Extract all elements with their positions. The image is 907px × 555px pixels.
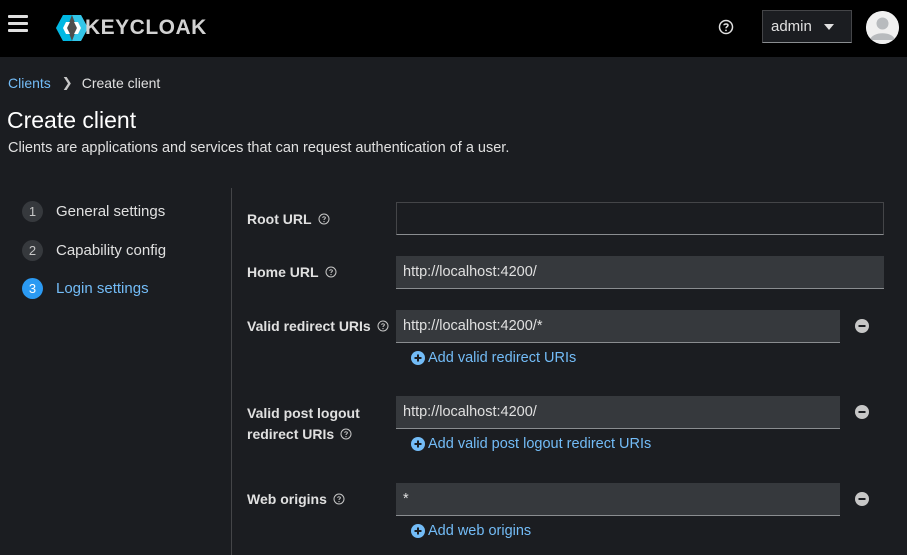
help-icon[interactable] xyxy=(718,19,734,35)
page-description: Clients are applications and services th… xyxy=(8,140,510,156)
breadcrumb-current: Create client xyxy=(81,75,161,91)
breadcrumb-clients-link[interactable]: Clients xyxy=(8,75,51,91)
post-logout-uri-value: http://localhost:4200/ xyxy=(403,404,537,420)
help-icon[interactable] xyxy=(377,320,389,332)
web-origins-label: Web origins xyxy=(247,489,345,510)
remove-redirect-uri-icon[interactable] xyxy=(855,319,869,333)
keycloak-logo-icon xyxy=(56,15,88,41)
step-login-settings[interactable]: 3 Login settings xyxy=(22,278,149,299)
root-url-label-text: Root URL xyxy=(247,211,312,227)
brand-name: KEYCLOAK xyxy=(85,16,207,39)
step-number: 2 xyxy=(22,240,43,261)
chevron-right-icon: ❯ xyxy=(61,75,73,90)
redirect-uris-label: Valid redirect URIs xyxy=(247,316,389,337)
post-logout-uri-input[interactable]: http://localhost:4200/ xyxy=(396,396,840,429)
step-general-settings[interactable]: 1 General settings xyxy=(22,201,165,222)
add-post-logout-uri-button[interactable]: Add valid post logout redirect URIs xyxy=(411,436,651,452)
menu-toggle-icon[interactable] xyxy=(8,15,28,33)
home-url-label: Home URL xyxy=(247,262,337,283)
add-redirect-uri-label: Add valid redirect URIs xyxy=(428,350,577,366)
breadcrumb: Clients ❯ Create client xyxy=(8,75,160,91)
web-origin-value: * xyxy=(403,491,409,507)
post-logout-label-line2: redirect URIs xyxy=(247,426,335,442)
root-url-input[interactable] xyxy=(396,202,884,235)
keycloak-logo[interactable]: KEYCLOAK xyxy=(55,13,207,43)
wizard-divider xyxy=(231,188,232,555)
step-label: General settings xyxy=(56,203,166,220)
avatar[interactable] xyxy=(866,11,899,44)
add-web-origin-label: Add web origins xyxy=(428,523,532,539)
user-name: admin xyxy=(771,18,812,35)
step-capability-config[interactable]: 2 Capability config xyxy=(22,240,166,261)
redirect-uri-value: http://localhost:4200/* xyxy=(403,318,543,334)
remove-post-logout-uri-icon[interactable] xyxy=(855,405,869,419)
post-logout-label-line1: Valid post logout xyxy=(247,405,360,421)
plus-circle-icon xyxy=(411,351,425,365)
user-dropdown[interactable]: admin xyxy=(762,10,852,43)
remove-web-origin-icon[interactable] xyxy=(855,492,869,506)
help-icon[interactable] xyxy=(318,213,330,225)
masthead: KEYCLOAK admin xyxy=(0,0,907,57)
plus-circle-icon xyxy=(411,437,425,451)
home-url-input[interactable]: http://localhost:4200/ xyxy=(396,256,884,289)
step-label: Login settings xyxy=(56,280,149,297)
plus-circle-icon xyxy=(411,524,425,538)
add-redirect-uri-button[interactable]: Add valid redirect URIs xyxy=(411,350,576,366)
help-icon[interactable] xyxy=(340,428,352,440)
help-icon[interactable] xyxy=(325,266,337,278)
post-logout-label: Valid post logout redirect URIs xyxy=(247,403,360,445)
add-post-logout-uri-label: Add valid post logout redirect URIs xyxy=(428,436,652,452)
web-origins-label-text: Web origins xyxy=(247,491,327,507)
step-number: 1 xyxy=(22,201,43,222)
redirect-uri-input[interactable]: http://localhost:4200/* xyxy=(396,310,840,343)
redirect-uris-label-text: Valid redirect URIs xyxy=(247,318,371,334)
home-url-value: http://localhost:4200/ xyxy=(403,264,537,280)
step-number: 3 xyxy=(22,278,43,299)
help-icon[interactable] xyxy=(333,493,345,505)
step-label: Capability config xyxy=(56,242,167,259)
caret-down-icon xyxy=(824,24,834,30)
home-url-label-text: Home URL xyxy=(247,264,319,280)
web-origin-input[interactable]: * xyxy=(396,483,840,516)
user-avatar-icon xyxy=(866,11,899,44)
page-title: Create client xyxy=(7,107,137,133)
root-url-label: Root URL xyxy=(247,209,330,230)
add-web-origin-button[interactable]: Add web origins xyxy=(411,523,531,539)
